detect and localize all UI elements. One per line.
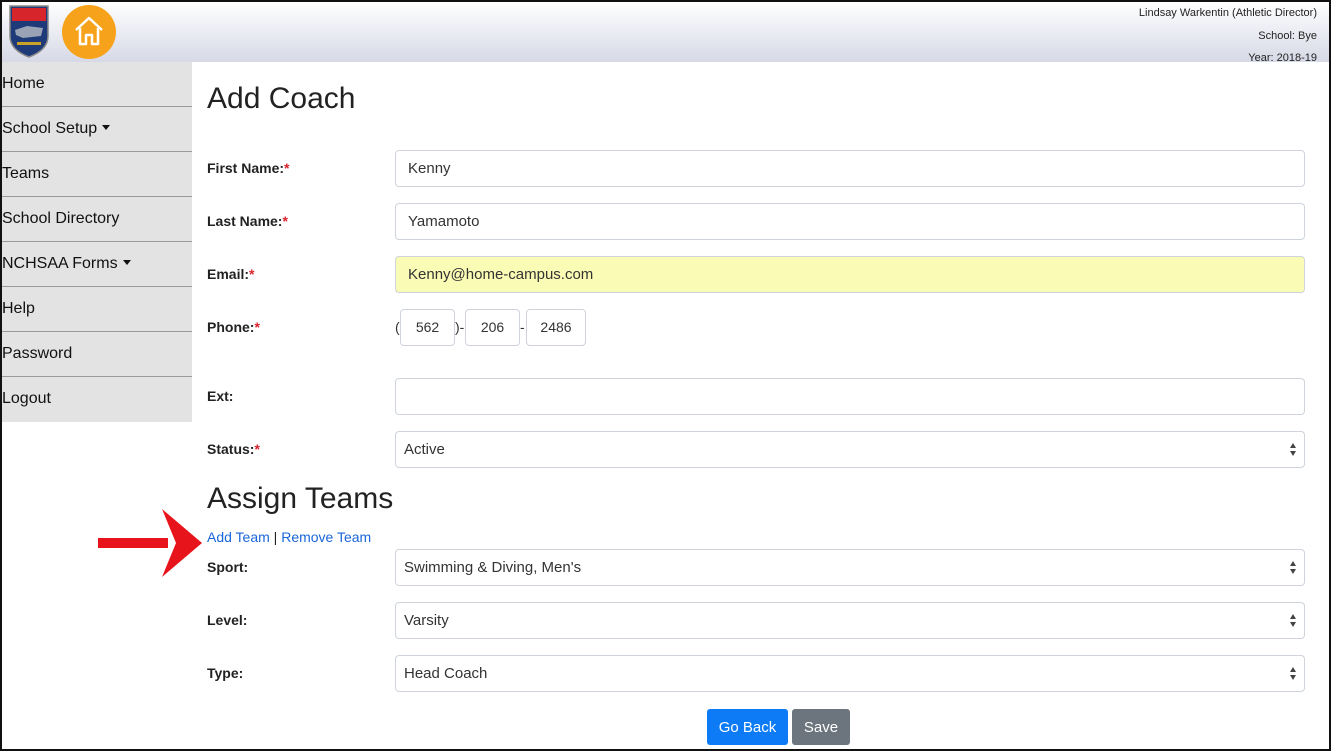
phone-area-code-input[interactable]: 562: [400, 309, 455, 346]
sport-select-value: Swimming & Diving, Men's: [404, 559, 582, 576]
sport-select[interactable]: Swimming & Diving, Men's: [395, 549, 1305, 586]
level-label: Level:: [207, 612, 248, 628]
sidebar-item-help[interactable]: Help: [2, 287, 192, 332]
first-name-label: First Name:*: [207, 160, 290, 176]
sidebar-item-school-directory[interactable]: School Directory: [2, 197, 192, 242]
phone-line-input[interactable]: 2486: [526, 309, 586, 346]
level-select[interactable]: Varsity: [395, 602, 1305, 639]
required-marker: *: [254, 319, 260, 335]
home-icon: [75, 16, 103, 46]
sidebar-item-label: Logout: [2, 390, 51, 407]
status-select[interactable]: Active: [395, 431, 1305, 468]
header-bar: Lindsay Warkentin (Athletic Director) Sc…: [2, 2, 1329, 64]
email-input[interactable]: Kenny@home-campus.com: [395, 256, 1305, 293]
sidebar-item-logout[interactable]: Logout: [2, 377, 192, 422]
user-info: Lindsay Warkentin (Athletic Director) Sc…: [1139, 6, 1317, 74]
phone-label: Phone:*: [207, 319, 260, 335]
sidebar-item-label: Help: [2, 300, 35, 317]
remove-team-link[interactable]: Remove Team: [281, 529, 371, 545]
ext-label: Ext:: [207, 388, 234, 404]
sidebar-item-teams[interactable]: Teams: [2, 152, 192, 197]
phone-dash: -: [520, 319, 525, 335]
page-title: Add Coach: [207, 82, 356, 115]
home-shortcut[interactable]: [62, 5, 116, 59]
caret-down-icon: [102, 125, 111, 130]
sidebar-item-nchsaa-forms[interactable]: NCHSAA Forms: [2, 242, 192, 287]
status-label: Status:*: [207, 441, 260, 457]
sidebar-item-label: Teams: [2, 165, 50, 182]
save-button[interactable]: Save: [792, 709, 850, 745]
user-name: Lindsay Warkentin (Athletic Director): [1138, 7, 1317, 19]
school-name: School: Bye: [1258, 29, 1317, 42]
ext-input[interactable]: [395, 378, 1305, 415]
sport-label: Sport:: [207, 559, 249, 575]
phone-prefix-input[interactable]: 206: [465, 309, 520, 346]
link-separator: |: [273, 529, 278, 545]
sidebar-item-label: NCHSAA Forms: [2, 255, 118, 272]
type-label: Type:: [207, 665, 244, 681]
annotation-arrow-icon: [98, 509, 202, 577]
level-select-value: Varsity: [404, 612, 449, 629]
last-name-input[interactable]: Yamamoto: [395, 203, 1305, 240]
select-arrows-icon: [1290, 442, 1298, 458]
sidebar-item-password[interactable]: Password: [2, 332, 192, 377]
required-marker: *: [284, 160, 290, 176]
type-select-value: Head Coach: [404, 665, 488, 682]
sidebar-item-school-setup[interactable]: School Setup: [2, 107, 192, 152]
required-marker: *: [282, 213, 288, 229]
team-links: Add Team | Remove Team: [207, 529, 371, 545]
add-team-link[interactable]: Add Team: [207, 529, 270, 545]
phone-open-paren: (: [395, 319, 400, 335]
email-label: Email:*: [207, 266, 255, 282]
phone-close-paren: )-: [455, 319, 465, 335]
go-back-button[interactable]: Go Back: [707, 709, 788, 745]
first-name-input[interactable]: Kenny: [395, 150, 1305, 187]
last-name-label: Last Name:*: [207, 213, 288, 229]
sidebar-nav: Home School Setup Teams School Directory…: [2, 62, 192, 422]
required-marker: *: [249, 266, 255, 282]
caret-down-icon: [122, 260, 131, 265]
sidebar-item-label: Home: [2, 75, 45, 92]
select-arrows-icon: [1290, 613, 1298, 629]
assign-teams-heading: Assign Teams: [207, 482, 394, 515]
status-select-value: Active: [404, 441, 445, 458]
school-year: Year: 2018-19: [1248, 52, 1317, 64]
sidebar-item-label: School Directory: [2, 210, 120, 227]
type-select[interactable]: Head Coach: [395, 655, 1305, 692]
select-arrows-icon: [1290, 560, 1298, 576]
select-arrows-icon: [1290, 666, 1298, 682]
sidebar-item-label: School Setup: [2, 120, 98, 137]
sidebar-item-home[interactable]: Home: [2, 62, 192, 107]
nchsaa-logo[interactable]: [7, 4, 51, 58]
required-marker: *: [254, 441, 260, 457]
sidebar-item-label: Password: [2, 345, 73, 362]
